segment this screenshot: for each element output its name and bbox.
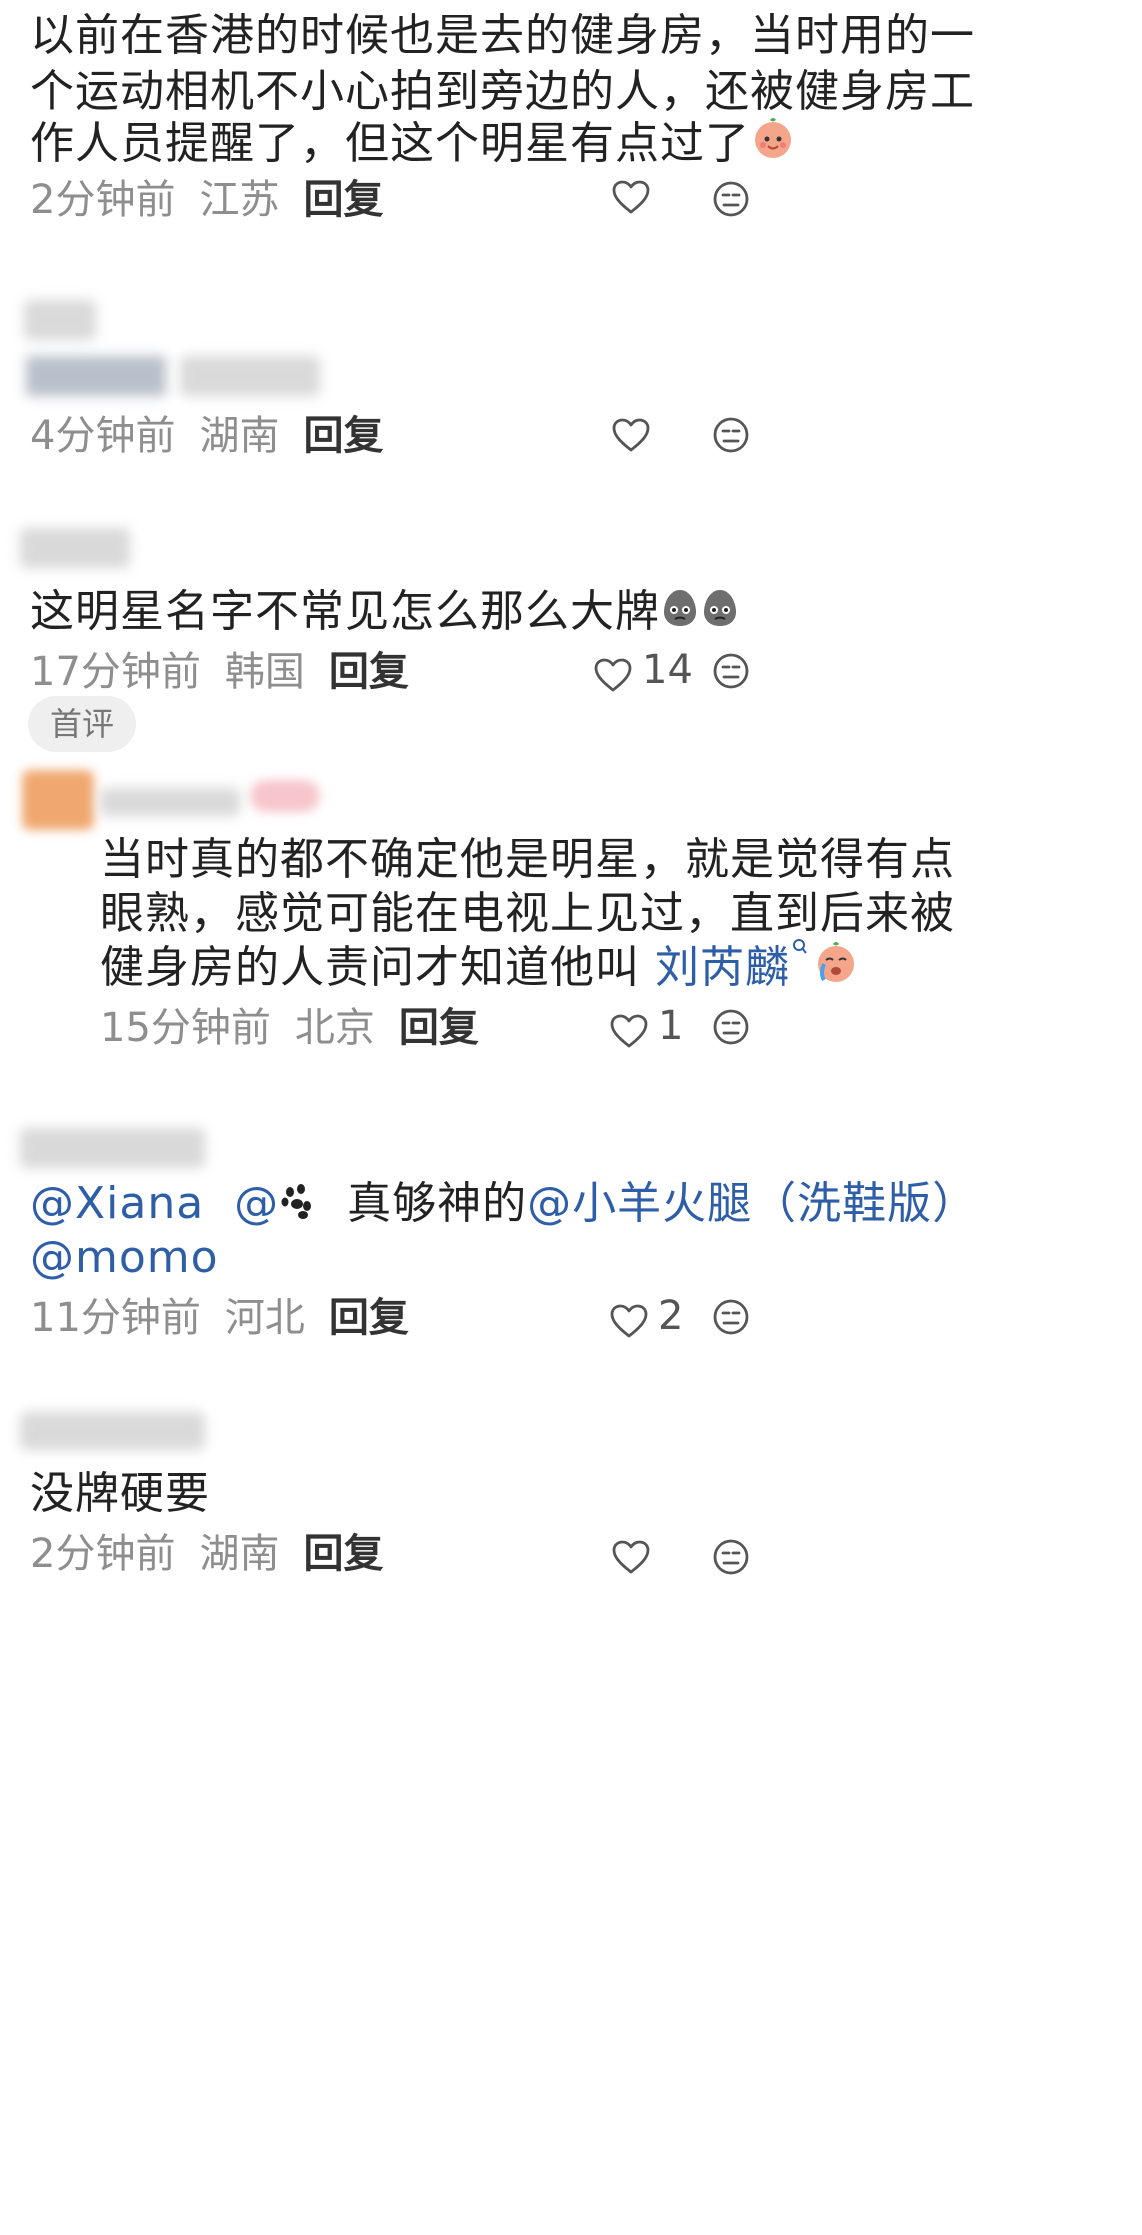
like-button[interactable] [612,180,650,214]
dislike-face-icon [713,181,749,217]
comment-time: 17分钟前 [30,649,201,695]
blush-emoji-icon [750,110,796,182]
like-button[interactable]: 2 [610,1293,683,1342]
comment-time: 2分钟前 [30,1531,176,1577]
blurred-tag [250,780,320,812]
dislike-face-icon [713,653,749,689]
dislike-face-icon [713,417,749,453]
comment-location: 江苏 [199,177,280,223]
comment-location: 湖南 [199,1531,280,1577]
like-count: 1 [658,1003,684,1049]
heart-icon [610,1304,648,1338]
comment-meta: 2分钟前 江苏 回复 [30,174,383,226]
reply-button[interactable]: 回复 [303,410,383,462]
avatar[interactable] [24,300,96,340]
comment-meta: 2分钟前 湖南 回复 [30,1528,383,1580]
comment-meta: 4分钟前 湖南 回复 [30,410,383,462]
dislike-face-icon [713,1539,749,1575]
blurred-username [100,788,240,816]
comment-meta: 11分钟前 河北 回复 [30,1292,409,1344]
like-button[interactable]: 14 [594,647,693,696]
mention-link[interactable]: @momo [30,1232,219,1283]
reply-button[interactable]: 回复 [399,1002,479,1054]
comment-time: 4分钟前 [30,413,176,459]
sad-emoji-icon [700,578,740,650]
dislike-button[interactable] [712,652,750,690]
dislike-button[interactable] [712,1298,750,1336]
comment-text-line: @momo [30,1222,219,1294]
like-count: 2 [658,1293,684,1339]
blurred-username [20,1128,205,1168]
dislike-button[interactable] [712,416,750,454]
avatar[interactable] [20,528,130,568]
comment-location: 韩国 [224,649,305,695]
celebrity-link[interactable]: 刘芮麟 [655,942,790,993]
reply-button[interactable]: 回复 [303,174,383,226]
comment-meta: 15分钟前 北京 回复 [100,1002,479,1054]
comment-text-line: 健身房的人责问才知道他叫 刘芮麟 [100,932,858,1006]
blurred-text [26,356,166,396]
comment-text: 没牌硬要 [30,1468,210,1519]
dislike-button[interactable] [712,1538,750,1576]
crying-emoji-icon [814,934,858,1006]
reply-button[interactable]: 回复 [329,1292,409,1344]
comment-text: 真够神的 [347,1178,528,1229]
blurred-username [20,1412,205,1450]
dislike-face-icon [713,1009,749,1045]
comment-text-line: 作人员提醒了，但这个明星有点过了 [30,108,796,182]
like-button[interactable]: 1 [610,1003,683,1052]
comment-time: 11分钟前 [30,1295,201,1341]
heart-icon [594,658,632,692]
first-comment-badge: 首评 [28,696,137,752]
comment-time: 15分钟前 [100,1005,271,1051]
sad-emoji-icon [660,578,700,650]
comment-meta: 17分钟前 韩国 回复 [30,646,409,698]
reply-button[interactable]: 回复 [303,1528,383,1580]
heart-icon [612,418,650,452]
mention-link[interactable]: @小羊火腿（洗鞋版） [527,1178,977,1229]
comment-time: 2分钟前 [30,177,176,223]
blurred-text [180,356,320,396]
comment-location: 湖南 [199,413,280,459]
comment-text: 这明星名字不常见怎么那么大牌 [30,576,740,650]
like-button[interactable] [612,418,650,452]
avatar[interactable] [22,770,94,830]
reply-button[interactable]: 回复 [329,646,409,698]
heart-icon [610,1014,648,1048]
like-button[interactable] [612,1540,650,1574]
search-icon[interactable] [792,938,808,956]
dislike-button[interactable] [712,1008,750,1046]
comment-location: 北京 [294,1005,375,1051]
mention-link[interactable]: @ [234,1178,317,1229]
heart-icon [612,180,650,214]
dislike-face-icon [713,1299,749,1335]
like-count: 14 [642,647,693,693]
dislike-button[interactable] [712,180,750,218]
comment-location: 河北 [224,1295,305,1341]
paw-icon [279,1170,317,1242]
heart-icon [612,1540,650,1574]
